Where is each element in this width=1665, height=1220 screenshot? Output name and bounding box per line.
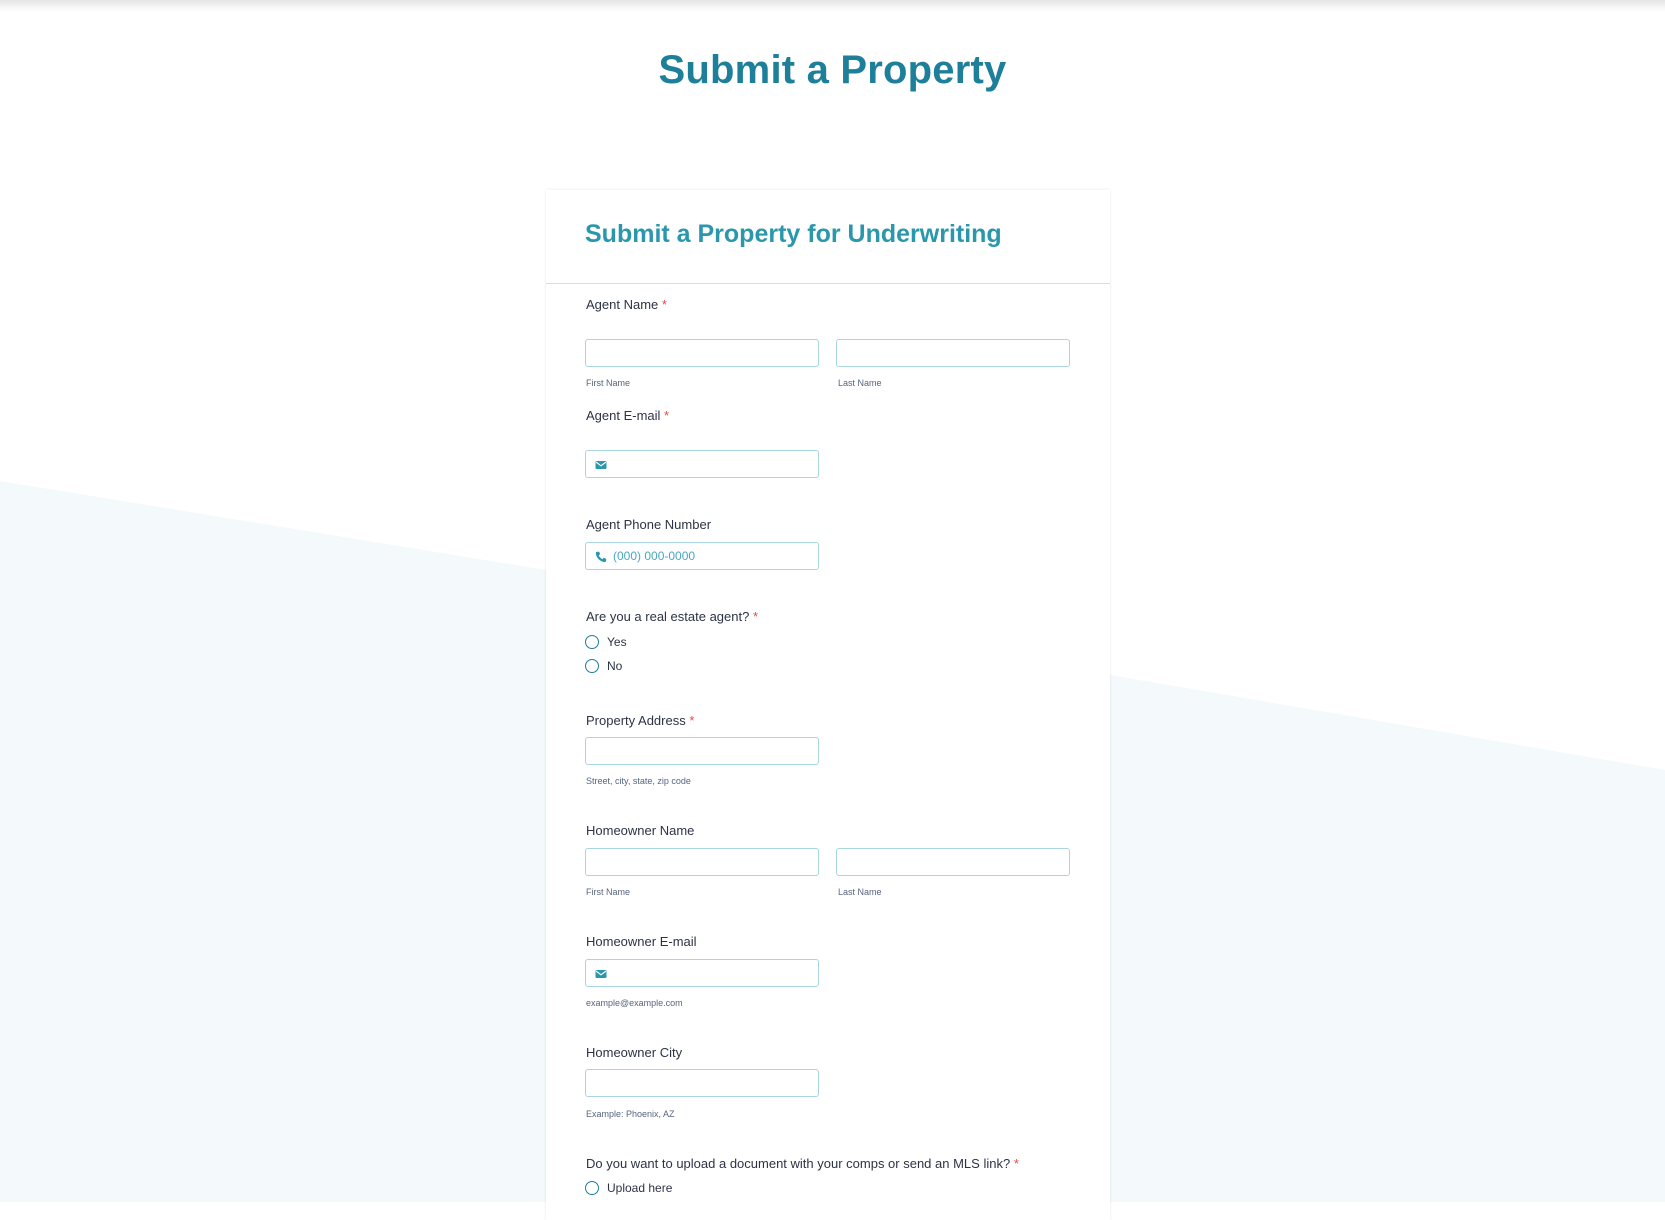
page-title: Submit a Property xyxy=(658,48,1007,92)
property-address-input[interactable] xyxy=(585,737,819,765)
comps-upload-label: Do you want to upload a document with yo… xyxy=(586,1156,1019,1171)
radio-button[interactable] xyxy=(585,659,599,673)
homeowner-city-sublabel: Example: Phoenix, AZ xyxy=(586,1109,675,1119)
required-asterisk: * xyxy=(661,297,667,312)
homeowner-last-name-sublabel: Last Name xyxy=(838,887,882,897)
radio-label-yes: Yes xyxy=(607,635,627,649)
agent-last-name-input[interactable] xyxy=(836,339,1070,367)
comps-upload-label-text: Do you want to upload a document with yo… xyxy=(586,1156,1011,1171)
property-address-label: Property Address * xyxy=(586,713,694,728)
radio-button[interactable] xyxy=(585,635,599,649)
radio-button[interactable] xyxy=(585,1181,599,1195)
homeowner-name-label: Homeowner Name xyxy=(586,823,695,838)
agent-last-name-sublabel: Last Name xyxy=(838,378,882,388)
form-header: Submit a Property for Underwriting xyxy=(546,190,1110,284)
radio-label-no: No xyxy=(607,659,623,673)
agent-name-label: Agent Name * xyxy=(586,297,667,312)
radio-label-upload-here: Upload here xyxy=(607,1181,673,1195)
property-address-sublabel: Street, city, state, zip code xyxy=(586,776,691,786)
top-bar-shadow xyxy=(0,0,1665,12)
agent-phone-placeholder: (000) 000-0000 xyxy=(613,549,696,563)
envelope-icon xyxy=(595,458,607,470)
agent-phone-label: Agent Phone Number xyxy=(586,517,712,532)
form-title: Submit a Property for Underwriting xyxy=(585,220,1002,248)
homeowner-first-name-input[interactable] xyxy=(585,848,819,876)
agent-name-label-text: Agent Name xyxy=(586,297,659,312)
agent-phone-input[interactable]: (000) 000-0000 xyxy=(585,542,819,570)
form-card: Submit a Property for Underwriting Agent… xyxy=(546,190,1110,1220)
agent-email-input[interactable] xyxy=(585,450,819,478)
required-asterisk: * xyxy=(664,408,670,423)
required-asterisk: * xyxy=(1013,1156,1019,1171)
required-asterisk: * xyxy=(752,609,759,624)
agent-email-label: Agent E-mail * xyxy=(586,408,669,423)
homeowner-city-input[interactable] xyxy=(585,1069,819,1097)
phone-icon xyxy=(595,550,607,563)
property-address-label-text: Property Address xyxy=(586,713,686,728)
envelope-icon xyxy=(595,967,607,979)
is-agent-label-text: Are you a real estate agent? xyxy=(586,609,750,624)
homeowner-last-name-input[interactable] xyxy=(836,848,1070,876)
agent-first-name-sublabel: First Name xyxy=(586,378,631,388)
homeowner-email-input[interactable] xyxy=(585,959,819,987)
agent-email-label-text: Agent E-mail xyxy=(586,408,661,423)
homeowner-first-name-sublabel: First Name xyxy=(586,887,631,897)
agent-first-name-input[interactable] xyxy=(585,339,819,367)
required-asterisk: * xyxy=(689,713,695,728)
homeowner-city-label: Homeowner City xyxy=(586,1045,683,1060)
homeowner-email-label: Homeowner E-mail xyxy=(586,934,697,949)
homeowner-email-sublabel: example@example.com xyxy=(586,998,683,1008)
is-agent-label: Are you a real estate agent? * xyxy=(586,609,758,624)
